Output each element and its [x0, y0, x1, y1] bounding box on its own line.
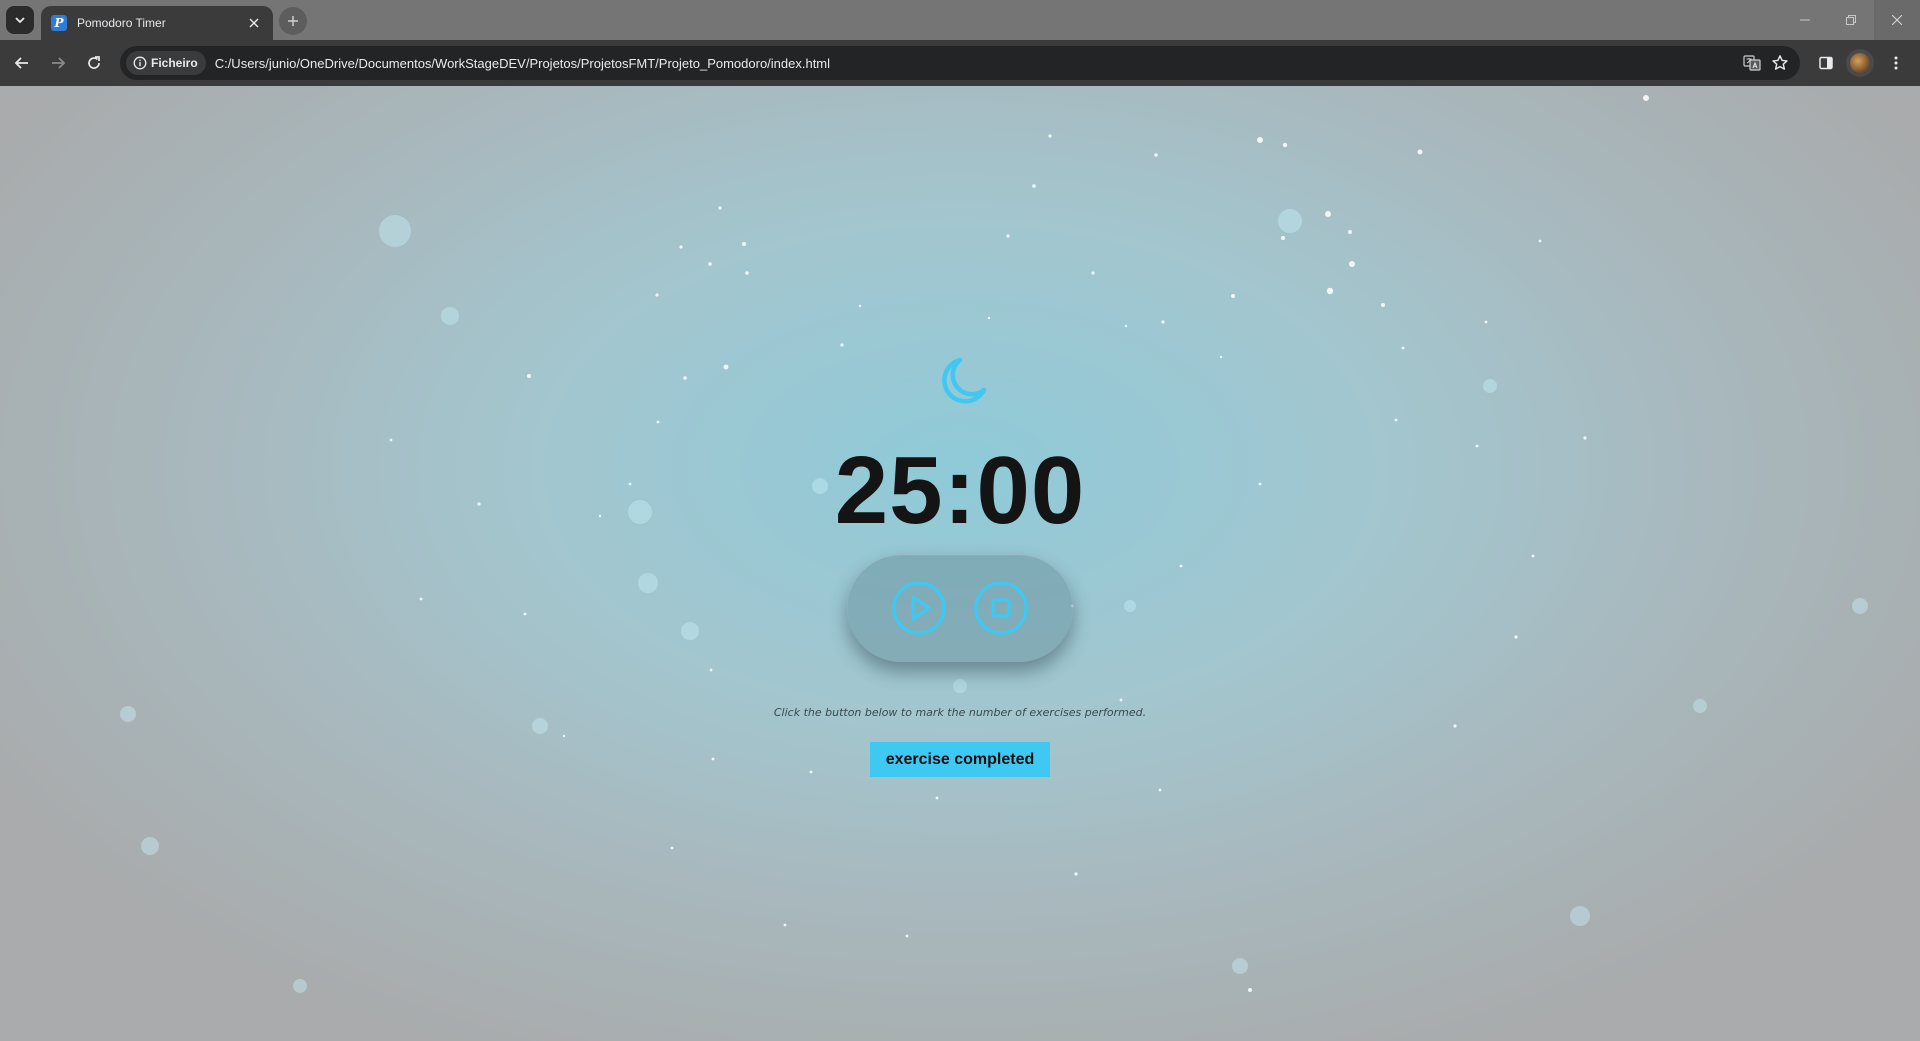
- security-chip-label: Ficheiro: [151, 56, 198, 70]
- translate-icon: [1743, 55, 1761, 71]
- reload-icon: [88, 56, 100, 69]
- timer-display: 25:00: [834, 437, 1086, 544]
- translate-button[interactable]: [1738, 49, 1766, 77]
- reload-button[interactable]: [80, 49, 108, 77]
- tab-title: Pomodoro Timer: [77, 16, 166, 30]
- play-icon: [892, 581, 946, 635]
- exercise-completed-button[interactable]: exercise completed: [870, 742, 1050, 777]
- tab-close-button[interactable]: [245, 14, 263, 32]
- favicon-icon: P: [51, 15, 67, 31]
- tab-pomodoro[interactable]: P Pomodoro Timer: [41, 6, 273, 40]
- star-icon: [1772, 55, 1788, 70]
- close-window-button[interactable]: [1874, 0, 1920, 40]
- stop-button[interactable]: [973, 580, 1029, 636]
- tab-search-button[interactable]: [6, 6, 34, 34]
- chevron-down-icon: [15, 17, 25, 24]
- minimize-icon: [1800, 19, 1810, 21]
- url-text[interactable]: C:/Users/junio/OneDrive/Documentos/WorkS…: [215, 56, 1738, 71]
- minimize-button[interactable]: [1782, 0, 1828, 40]
- timer-controls: [847, 554, 1073, 662]
- forward-button[interactable]: [44, 49, 72, 77]
- play-button[interactable]: [891, 580, 947, 636]
- address-bar[interactable]: Ficheiro C:/Users/junio/OneDrive/Documen…: [120, 46, 1800, 80]
- window-controls: [1782, 0, 1920, 40]
- moon-icon[interactable]: [933, 353, 989, 409]
- side-panel-button[interactable]: [1812, 49, 1840, 77]
- info-icon: [133, 56, 147, 70]
- tab-strip: P Pomodoro Timer: [0, 0, 1920, 40]
- restore-icon: [1846, 15, 1856, 25]
- avatar[interactable]: [1846, 49, 1874, 77]
- back-button[interactable]: [8, 49, 36, 77]
- plus-icon: [288, 16, 298, 26]
- exercise-hint-text: Click the button below to mark the numbe…: [773, 706, 1147, 719]
- browser-toolbar: Ficheiro C:/Users/junio/OneDrive/Documen…: [0, 40, 1920, 86]
- avatar-image: [1850, 53, 1870, 73]
- new-tab-button[interactable]: [279, 7, 307, 35]
- more-icon: [1894, 56, 1898, 70]
- side-panel-icon: [1819, 56, 1833, 70]
- stop-icon: [974, 581, 1028, 635]
- back-icon: [14, 57, 28, 69]
- page-viewport: 25:00 Click the button below to mark the…: [0, 86, 1920, 1041]
- site-info-chip[interactable]: Ficheiro: [126, 51, 206, 75]
- menu-button[interactable]: [1882, 49, 1910, 77]
- forward-icon: [52, 57, 66, 69]
- bookmark-button[interactable]: [1766, 49, 1794, 77]
- close-icon: [249, 18, 259, 28]
- close-window-icon: [1892, 15, 1902, 25]
- restore-button[interactable]: [1828, 0, 1874, 40]
